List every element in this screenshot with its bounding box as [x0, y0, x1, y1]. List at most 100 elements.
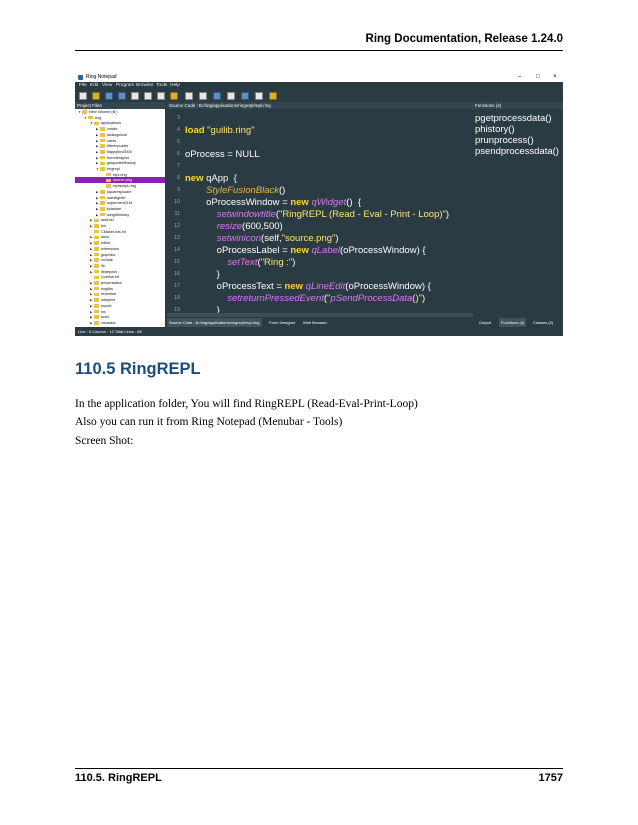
line-number: 12	[174, 223, 180, 229]
save-as-icon[interactable]	[118, 92, 126, 100]
tree-item-label: reviewse	[101, 292, 116, 297]
folder-icon	[100, 150, 105, 154]
code-line: }	[185, 269, 220, 280]
menu-view[interactable]: View	[102, 82, 112, 90]
header-title: Ring Documentation, Release 1.24.0	[365, 33, 563, 45]
function-item[interactable]: phistory()	[475, 124, 515, 135]
tree-item-label: bin	[101, 224, 107, 228]
functions-title: Functions (4)	[473, 102, 563, 109]
save-icon[interactable]	[105, 92, 113, 100]
minimize-icon[interactable]: –	[518, 73, 521, 82]
maximize-icon[interactable]: □	[536, 73, 540, 82]
copy-icon[interactable]	[157, 92, 165, 100]
line-number: 7	[177, 163, 180, 169]
folder-icon	[94, 315, 99, 319]
folder-icon	[94, 292, 99, 297]
toolbar	[75, 90, 563, 102]
tree-item-label: docs	[101, 235, 110, 240]
cut-icon[interactable]	[144, 92, 152, 100]
code-line: setreturnPressedEvent("pSendProcessData(…	[227, 293, 426, 304]
code-line: setText("Ring :")	[227, 257, 296, 268]
menu-edit[interactable]: Edit	[90, 82, 98, 90]
tree-item[interactable]: ▶ visualsrc	[75, 320, 165, 326]
menu-file[interactable]: File	[79, 82, 87, 90]
menu-browser[interactable]: Browser	[136, 82, 154, 90]
bottom-tabs: Source Code : B:/ring/applications/ringr…	[167, 318, 563, 327]
tab-form-designer[interactable]: Form Designer	[267, 318, 297, 327]
folder-icon	[94, 281, 99, 285]
menu-tools[interactable]: Tools	[156, 82, 167, 90]
print-icon[interactable]	[241, 92, 249, 100]
status-text: Line : 8 Column : 12 Total Lines : 88	[78, 329, 142, 334]
font-icon[interactable]	[185, 92, 193, 100]
folder-icon	[100, 138, 105, 143]
tree-item-label: fifteenpuzzle	[107, 144, 129, 149]
open-folder-icon[interactable]	[92, 92, 100, 100]
app-icon	[78, 75, 83, 80]
status-bar: Line : 8 Column : 12 Total Lines : 88	[75, 327, 563, 336]
tree-item-label: getquotesfhistory	[107, 161, 136, 166]
function-item[interactable]: pgetprocessdata()	[475, 113, 552, 124]
code-line: new qApp {	[185, 173, 237, 184]
window-title: Ring Notepad	[86, 74, 117, 80]
folder-icon	[94, 298, 99, 302]
tree-item-label: extensions	[101, 246, 120, 251]
tree-item-label: applications	[101, 121, 122, 126]
line-number: 18	[174, 295, 180, 301]
tab-output[interactable]: Output	[477, 318, 493, 327]
code-line: load "guilib.ring"	[185, 125, 255, 136]
tree-item-label: CMakeLists.txt	[101, 229, 126, 234]
paragraph-3: Screen Shot:	[75, 435, 134, 447]
folder-icon	[100, 133, 105, 137]
tree-item-label: ringrepl	[107, 167, 120, 171]
code-line: oProcessLabel = new qLabel(oProcessWindo…	[185, 245, 426, 256]
project-files-title: Project Files	[75, 102, 165, 109]
folder-icon	[100, 212, 105, 217]
folder-icon	[94, 252, 99, 257]
folder-icon	[100, 167, 105, 171]
tree-item-label: analogclock	[107, 132, 128, 137]
footer-section: 110.5. RingREPL	[75, 772, 162, 784]
tab-web-browser[interactable]: Web Browser	[301, 318, 329, 327]
menu-help[interactable]: Help	[170, 82, 180, 90]
tab-source-code[interactable]: Source Code : B:/ring/applications/ringr…	[167, 318, 262, 327]
paste-icon[interactable]	[170, 92, 178, 100]
page-header: Ring Documentation, Release 1.24.0	[75, 33, 563, 49]
debug-icon[interactable]	[255, 92, 263, 100]
code-editor[interactable]: 3 4 load "guilib.ring" 5 6 oProcess = NULL 7 8 n…	[167, 109, 473, 317]
folder-icon	[94, 224, 99, 228]
paragraph-2: Also you can run it from Ring Notepad (M…	[75, 416, 343, 428]
folder-icon	[82, 110, 87, 114]
run-icon[interactable]	[269, 92, 277, 100]
code-line: oProcessText = new qLineEdit(oProcessWin…	[185, 281, 431, 292]
line-number: 17	[174, 283, 180, 289]
folder-icon	[106, 184, 111, 188]
close-icon[interactable]: ×	[553, 73, 557, 82]
find-icon[interactable]	[213, 92, 221, 100]
tab-functions[interactable]: Functions (4)	[499, 318, 527, 327]
ring-notepad-screenshot: Ring Notepad – □ × File Edit View Progra…	[75, 73, 563, 336]
tree-item-label: visualsrc	[101, 320, 116, 325]
menu-program[interactable]: Program	[116, 82, 134, 90]
code-line: oProcessWindow = new qWidget() {	[185, 197, 362, 208]
section-heading: 110.5 RingREPL	[75, 360, 201, 378]
tree-item-label: cmate	[107, 127, 118, 132]
code-line: setwinicon(self,"source.png")	[216, 233, 339, 244]
line-number: 16	[174, 271, 180, 277]
function-item[interactable]: prunprocess()	[475, 135, 534, 146]
project-tree[interactable]: ▼ New Volume (B:) ▼ ring ▼ applications ▶ cmate…	[75, 109, 165, 327]
goto-icon[interactable]	[227, 92, 235, 100]
undo-icon[interactable]	[131, 92, 139, 100]
line-number: 3	[177, 115, 180, 121]
folder-icon	[100, 155, 105, 160]
function-item[interactable]: psendprocessdata()	[475, 146, 559, 157]
tree-item-label: src	[101, 309, 107, 314]
color-icon[interactable]	[199, 92, 207, 100]
code-line: setwindowtitle("RingREPL (Read - Eval - …	[216, 209, 450, 220]
tab-classes[interactable]: Classes (0)	[531, 318, 555, 327]
tree-item-label: cards	[107, 138, 117, 143]
folder-icon	[94, 264, 99, 268]
editor-horizontal-scrollbar[interactable]	[167, 313, 473, 317]
new-file-icon[interactable]	[79, 92, 87, 100]
paragraph-1: In the application folder, You will find…	[75, 398, 418, 410]
